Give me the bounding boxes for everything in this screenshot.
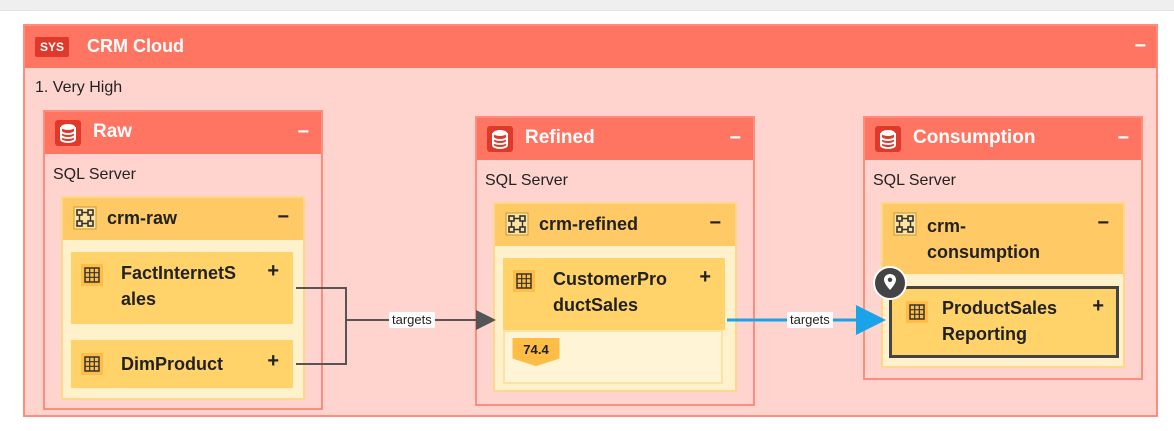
- edge-label: targets: [389, 312, 435, 328]
- edge-line: [296, 287, 347, 365]
- diagram-canvas: SYS CRM Cloud − 1. Very High Raw − SQL S: [0, 0, 1174, 431]
- edge-label: targets: [787, 312, 833, 328]
- edge-layer: [296, 287, 886, 365]
